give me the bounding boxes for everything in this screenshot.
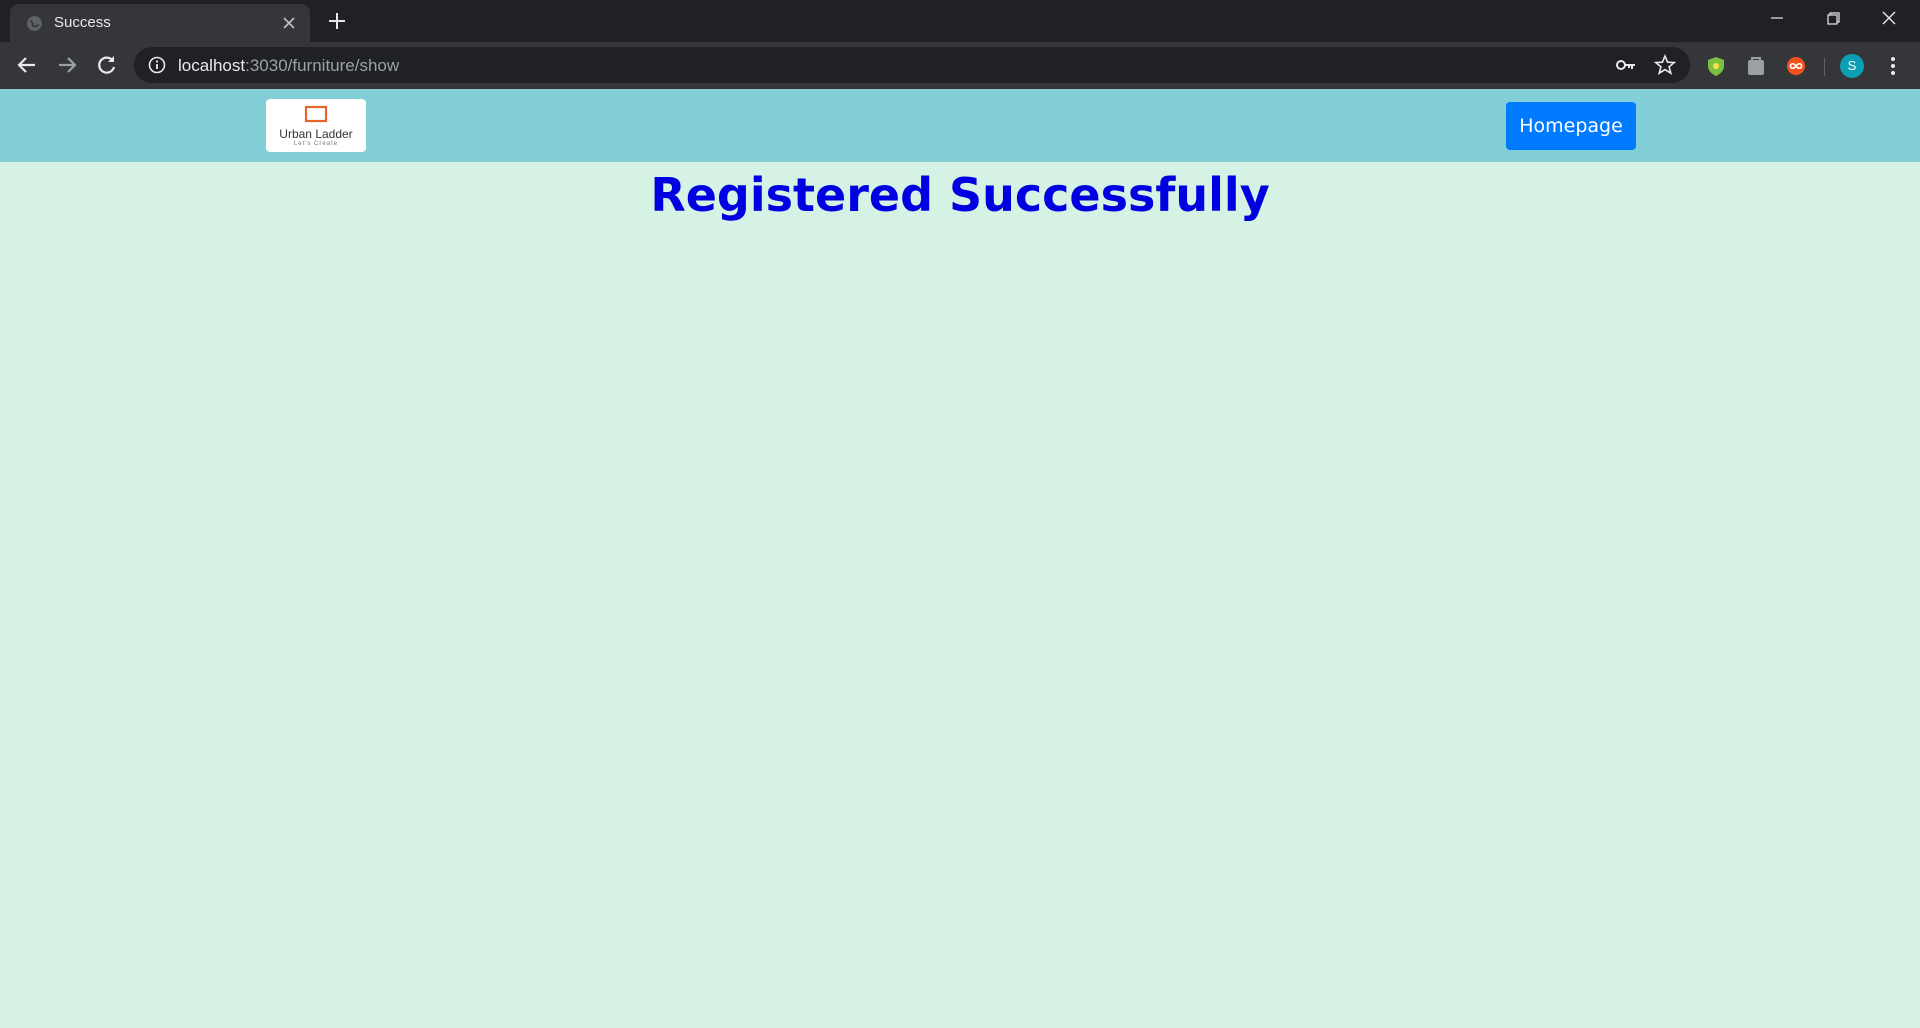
logo-brand-text: Urban Ladder [279, 127, 353, 141]
browser-tab[interactable]: Success [10, 4, 310, 42]
minimize-icon[interactable] [1754, 6, 1800, 34]
plus-icon[interactable] [326, 10, 348, 32]
url-text[interactable]: localhost:3030/furniture/show [178, 56, 399, 76]
toolbar-divider [1824, 58, 1825, 76]
browser-toolbar: localhost:3030/furniture/show S [0, 42, 1920, 89]
restore-icon[interactable] [1810, 6, 1856, 34]
profile-avatar[interactable]: S [1840, 54, 1864, 78]
site-navbar: Urban Ladder Let's Create Homepage [0, 89, 1920, 162]
browser-tabstrip: Success [0, 0, 1920, 42]
logo-tagline: Let's Create [293, 141, 339, 147]
address-bar[interactable]: localhost:3030/furniture/show [134, 47, 1690, 83]
globe-icon [27, 16, 42, 31]
shield-extension-icon[interactable] [1705, 55, 1727, 77]
back-arrow-icon[interactable] [14, 52, 40, 78]
url-host: localhost [178, 56, 246, 75]
reload-icon[interactable] [94, 52, 120, 78]
info-icon[interactable] [148, 56, 166, 74]
logo-frame-icon [304, 105, 328, 123]
homepage-button[interactable]: Homepage [1506, 102, 1636, 150]
infinity-extension-icon[interactable] [1785, 55, 1807, 77]
close-icon[interactable] [280, 14, 298, 32]
window-close-icon[interactable] [1866, 6, 1912, 34]
avg-extension-icon[interactable] [1745, 55, 1767, 77]
brand-logo[interactable]: Urban Ladder Let's Create [266, 99, 366, 152]
forward-arrow-icon[interactable] [54, 52, 80, 78]
star-icon[interactable] [1654, 54, 1676, 76]
more-vert-icon[interactable] [1884, 55, 1902, 77]
key-icon[interactable] [1615, 55, 1637, 75]
url-path: :3030/furniture/show [245, 56, 400, 75]
page-title: Registered Successfully [650, 168, 1270, 222]
tab-title: Success [54, 14, 111, 31]
